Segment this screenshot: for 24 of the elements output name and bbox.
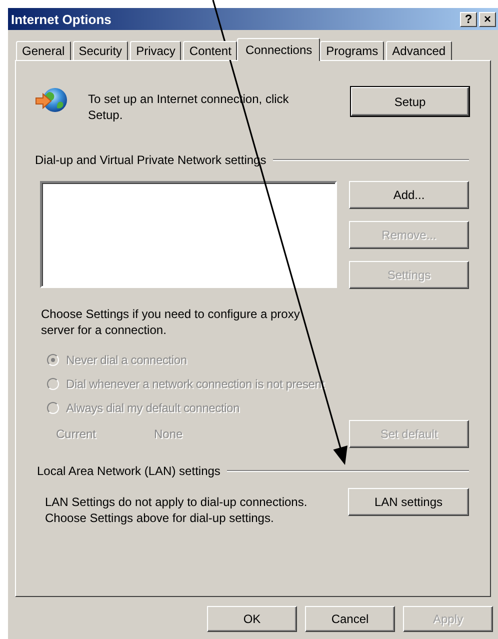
tab[interactable]: Connections [237, 38, 320, 61]
connection-list[interactable] [40, 181, 337, 288]
add-button[interactable]: Add... [349, 181, 469, 209]
setup-button[interactable]: Setup [351, 87, 469, 116]
close-button[interactable]: × [479, 12, 496, 26]
lan-note: LAN Settings do not apply to dial-up connections. Choose Settings above for dial-up settings. [45, 494, 308, 526]
help-button[interactable]: ? [460, 12, 477, 26]
tab[interactable]: Security [72, 41, 128, 60]
ok-button[interactable]: OK [207, 606, 297, 632]
radio-label: Always dial my default connection [66, 401, 240, 415]
window-title: Internet Options [11, 12, 112, 26]
current-value: None [154, 427, 183, 441]
current-label: Current [56, 427, 98, 441]
tab[interactable]: Advanced [386, 41, 452, 60]
lan-settings-button[interactable]: LAN settings [348, 488, 469, 516]
section-heading: Local Area Network (LAN) settings [37, 464, 220, 478]
proxy-instructions: Choose Settings if you need to configure a proxy server for a connection. [41, 306, 301, 338]
radio-label: Never dial a connection [66, 353, 187, 367]
tab[interactable]: General [16, 41, 71, 60]
tab[interactable]: Content [183, 41, 238, 60]
tab[interactable]: Privacy [130, 41, 182, 60]
tab[interactable]: Programs [320, 41, 384, 60]
globe-icon [35, 86, 69, 114]
cancel-button[interactable]: Cancel [305, 606, 395, 632]
